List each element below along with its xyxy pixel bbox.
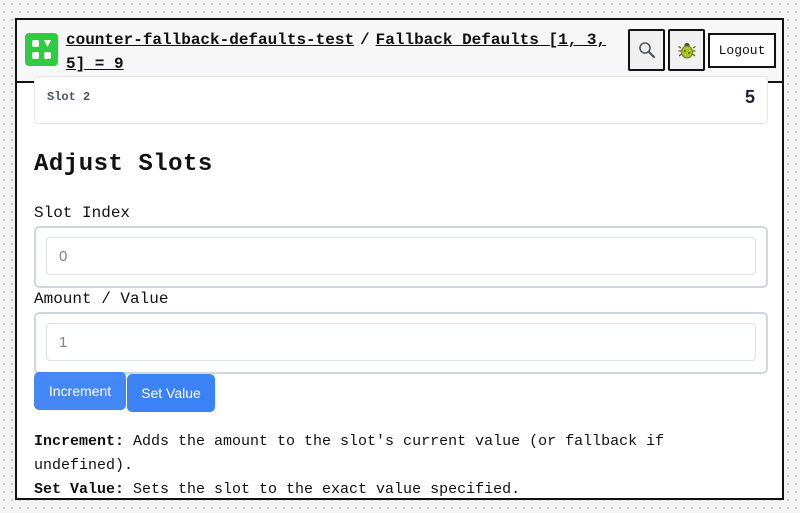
bug-button[interactable]	[668, 29, 705, 71]
slot-index-input[interactable]	[46, 237, 756, 275]
breadcrumb-app-link[interactable]: counter-fallback-defaults-test	[66, 31, 354, 49]
set-value-help-description: Sets the slot to the exact value specifi…	[124, 481, 521, 498]
logout-button[interactable]: Logout	[708, 33, 776, 68]
increment-help-description: Adds the amount to the slot's current va…	[34, 433, 665, 474]
amount-value-label: Amount / Value	[34, 290, 169, 308]
increment-help-term: Increment:	[34, 433, 125, 450]
magnifier-icon	[638, 42, 655, 59]
increment-help-text: Increment: Adds the amount to the slot's…	[34, 430, 764, 478]
app-logo-icon[interactable]	[25, 33, 58, 66]
slot-card: Slot 2 5	[34, 76, 768, 124]
adjust-slots-title: Adjust Slots	[34, 151, 213, 178]
slot-label: Slot 2	[47, 90, 91, 104]
set-value-help-text: Set Value: Sets the slot to the exact va…	[34, 478, 764, 498]
set-value-help-term: Set Value:	[34, 481, 125, 498]
app-frame: counter-fallback-defaults-test / Fallback …	[15, 18, 784, 500]
slot-index-wrapper	[34, 226, 768, 288]
amount-value-input[interactable]	[46, 323, 756, 361]
slot-index-label: Slot Index	[34, 204, 131, 222]
breadcrumb-separator: /	[360, 31, 370, 49]
breadcrumb: counter-fallback-defaults-test / Fallback …	[66, 28, 626, 76]
amount-value-wrapper	[34, 312, 768, 374]
search-button[interactable]	[628, 29, 665, 71]
set-value-button[interactable]: Set Value	[127, 374, 215, 412]
top-header: counter-fallback-defaults-test / Fallback …	[17, 20, 782, 83]
bug-icon	[677, 42, 696, 59]
increment-button[interactable]: Increment	[34, 372, 126, 410]
slot-value: 5	[744, 87, 755, 107]
